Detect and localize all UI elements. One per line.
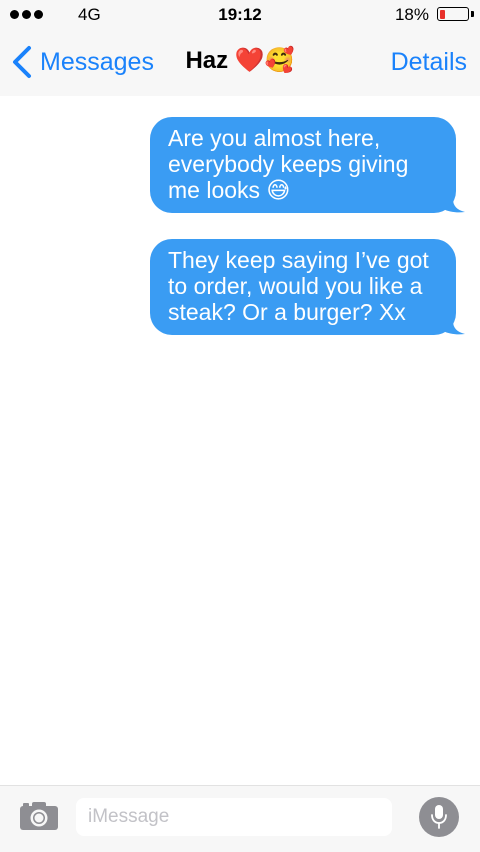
imessage-input[interactable] [76, 798, 392, 836]
navigation-bar: Messages Haz ❤️🥰 Details [0, 30, 480, 96]
status-bar: 4G 19:12 18% [0, 0, 480, 30]
camera-button[interactable] [19, 800, 59, 832]
bubble-tail [429, 321, 465, 335]
battery-percentage: 18% [394, 5, 429, 24]
message-text: Are you almost here, everybody keeps giv… [168, 125, 409, 203]
battery-tip [471, 11, 474, 17]
contact-name: Haz [185, 47, 229, 74]
camera-icon [20, 802, 58, 830]
message-thread[interactable]: Are you almost here, everybody keeps giv… [0, 96, 480, 785]
compose-bar [0, 785, 480, 852]
battery-icon [437, 7, 469, 21]
microphone-icon [431, 805, 447, 829]
details-button[interactable]: Details [391, 48, 467, 77]
contact-emojis: ❤️🥰 [234, 47, 295, 74]
outgoing-message-bubble[interactable]: They keep saying I’ve got to order, woul… [150, 239, 465, 335]
bubble-tail [429, 199, 465, 213]
message-text: They keep saying I’ve got to order, woul… [168, 247, 429, 325]
battery-level-fill [439, 9, 445, 19]
outgoing-message-bubble[interactable]: Are you almost here, everybody keeps giv… [150, 117, 465, 213]
microphone-button[interactable] [419, 797, 459, 837]
